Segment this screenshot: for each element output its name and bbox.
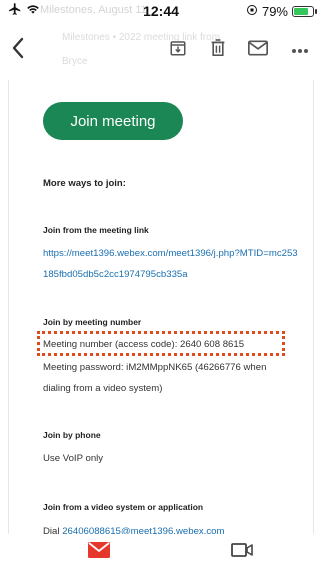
- trash-icon: [210, 38, 226, 62]
- video-camera-icon: [231, 542, 253, 563]
- dial-link[interactable]: 26406088615@meet1396.webex.com: [62, 526, 224, 534]
- video-heading: Join from a video system or application: [43, 502, 204, 512]
- battery-percent: 79%: [261, 3, 288, 19]
- meeting-number: Meeting number (access code): 2640 608 8…: [43, 339, 245, 350]
- status-right: 79%: [246, 2, 317, 20]
- bottom-tab-bar: [0, 534, 322, 569]
- toolbar-background-line1: Milestones • 2022 meeting link from: [62, 32, 221, 43]
- battery-fill: [294, 7, 308, 15]
- orientation-lock-icon: [246, 4, 258, 19]
- phone-heading: Join by phone: [43, 430, 101, 440]
- more-button[interactable]: [286, 36, 314, 64]
- link-heading: Join from the meeting link: [43, 225, 149, 235]
- meeting-link-line2[interactable]: 185fbd05db5c2cc1974795cb335a: [43, 269, 188, 280]
- video-tab[interactable]: [230, 542, 254, 562]
- back-button[interactable]: [4, 36, 32, 64]
- more-ways-heading: More ways to join:: [43, 178, 126, 189]
- meeting-password-line1: Meeting password: iM2MMppNK65 (46266776 …: [43, 362, 267, 373]
- email-toolbar: Milestones • 2022 meeting link from Bryc…: [0, 26, 322, 78]
- envelope-icon: [88, 541, 110, 563]
- delete-button[interactable]: [204, 36, 232, 64]
- meeting-password-line2: dialing from a video system): [43, 383, 163, 394]
- email-body: Join meeting More ways to join: Join fro…: [8, 80, 314, 534]
- download-box-icon: [169, 39, 187, 62]
- envelope-icon: [248, 40, 268, 61]
- join-meeting-button[interactable]: Join meeting: [43, 102, 183, 140]
- meeting-link-line1[interactable]: https://meet1396.webex.com/meet1396/j.ph…: [43, 248, 298, 259]
- dial-prefix: Dial: [43, 526, 63, 534]
- battery-icon: [292, 5, 317, 17]
- status-bar: Milestones, August 11 12:44 79%: [0, 0, 322, 22]
- save-button[interactable]: [164, 36, 192, 64]
- mail-tab[interactable]: [87, 541, 111, 563]
- phone-text: Use VoIP only: [43, 453, 104, 464]
- number-heading: Join by meeting number: [43, 317, 142, 327]
- chevron-left-icon: [11, 37, 25, 64]
- mail-button[interactable]: [244, 36, 272, 64]
- toolbar-background-line2: Bryce: [62, 56, 88, 67]
- dial-line: Dial 26406088615@meet1396.webex.com: [43, 526, 225, 534]
- ellipsis-icon: [291, 41, 309, 59]
